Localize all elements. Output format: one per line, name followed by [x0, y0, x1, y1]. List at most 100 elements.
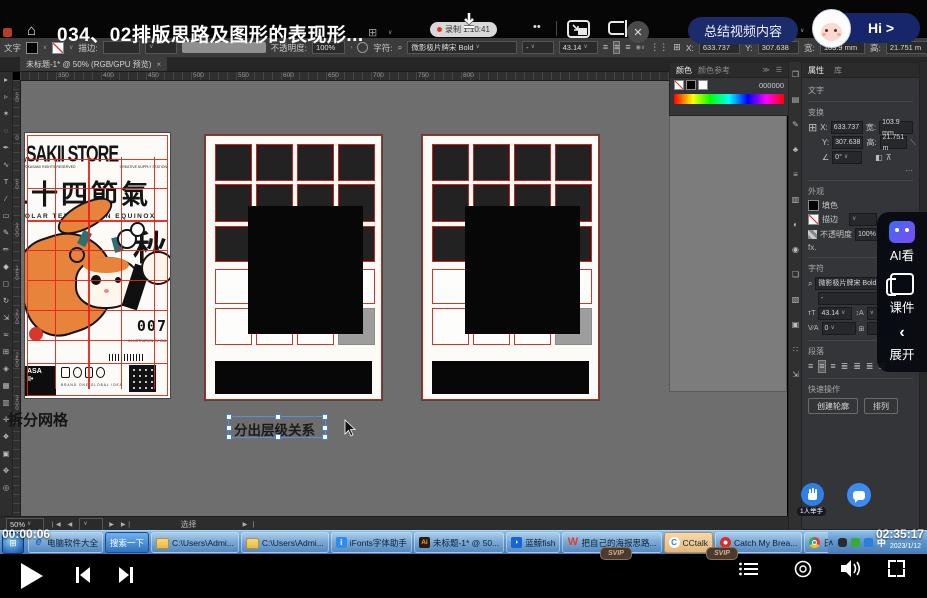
paragraph-more-icon[interactable]: ◉∨ [636, 44, 646, 51]
ai-watch-button[interactable]: AI看 [889, 221, 915, 264]
eraser-tool[interactable]: ◻ [0, 275, 12, 292]
next-button[interactable] [119, 567, 133, 583]
tab-color-guide[interactable]: 颜色参考 [698, 65, 730, 76]
taskbar-item-folder[interactable]: C:\Users\Admi... [241, 532, 329, 553]
tray-icon-green[interactable] [851, 538, 860, 547]
prop-fill-swatch[interactable] [808, 200, 819, 211]
blend-tool[interactable]: ❖ [0, 428, 12, 445]
close-button[interactable]: ✕ [627, 21, 649, 43]
para-align-center-icon[interactable]: ≡ [818, 360, 825, 373]
width-tool[interactable]: ≍ [0, 326, 12, 343]
selection-handle[interactable] [226, 425, 232, 431]
para-align-left-icon[interactable]: ≡ [808, 361, 813, 372]
raise-hand-button[interactable] [801, 483, 824, 506]
status-play-icon[interactable]: ▶ ❘ [243, 521, 257, 528]
selection-handle[interactable] [322, 434, 328, 440]
para-justify-left-icon[interactable]: ≣ [841, 361, 849, 372]
previous-button[interactable] [76, 567, 90, 583]
black-swatch[interactable] [686, 80, 696, 90]
chevron-down-icon[interactable]: ∨ [43, 44, 47, 51]
taskbar-item-ifonts[interactable]: iiFonts字体助手 [331, 532, 412, 553]
chevron-down-icon[interactable]: ∨ [388, 29, 392, 36]
arrange-button[interactable]: 排列 [864, 398, 898, 414]
taskbar-item-ai[interactable]: Ai未标题-1* @ 50... [414, 532, 504, 553]
microphone-icon[interactable] [838, 538, 847, 547]
assistant-avatar[interactable] [812, 9, 851, 48]
prop-y-field[interactable]: 307.638 [832, 136, 863, 149]
tab-library[interactable]: 库 [834, 65, 842, 76]
font-size-field[interactable]: 43.14∨ [559, 41, 598, 54]
selection-handle[interactable] [226, 414, 232, 420]
prev-artboard-icon[interactable]: ◀ [68, 521, 74, 528]
rectangle-tool[interactable]: ▭ [0, 207, 12, 224]
tab-close-icon[interactable]: × [156, 60, 161, 69]
zoom-tool[interactable]: ◎ [0, 479, 12, 496]
tray-date[interactable]: 2023/1/12 [890, 543, 921, 551]
selection-tool[interactable]: ▸ [0, 71, 12, 88]
tab-color[interactable]: 颜色 [676, 65, 692, 76]
reference-point-icon[interactable]: ⊞ [808, 121, 817, 134]
fill-swatch[interactable] [26, 42, 38, 54]
para-justify-center-icon[interactable]: ≣ [853, 361, 861, 372]
pip-icon[interactable] [566, 19, 592, 39]
hex-value[interactable]: 000000 [759, 81, 784, 90]
align-left-icon[interactable]: ≡ [603, 42, 608, 53]
none-swatch[interactable] [674, 80, 684, 90]
document-tab[interactable]: 未标题-1* @ 50% (RGB/GPU 预览) × [20, 57, 167, 71]
font-style-dropdown[interactable]: -∨ [522, 41, 553, 54]
tab-properties[interactable]: 属性 [808, 65, 824, 76]
taskbar-item-folder[interactable]: C:\Users\Admi... [151, 532, 239, 553]
font-family-dropdown[interactable]: 微影极片牌宋 Bold∨ [407, 41, 517, 54]
play-button[interactable] [21, 563, 43, 589]
lasso-tool[interactable]: ◌ [0, 122, 12, 139]
selection-handle[interactable] [275, 414, 281, 420]
panel-collapse-icon[interactable]: ≫ [762, 66, 769, 74]
prop-stroke-swatch[interactable] [808, 214, 819, 225]
tray-expand-icon[interactable]: ∧ [828, 538, 834, 547]
curvature-tool[interactable]: ∿ [0, 156, 12, 173]
artboard-number-dropdown[interactable]: ∨ [79, 518, 103, 531]
direct-selection-tool[interactable]: ▹ [0, 88, 12, 105]
grid-icon[interactable]: ⊞ [368, 26, 377, 39]
pencil-tool[interactable]: ✏ [0, 241, 12, 258]
flip-horizontal-icon[interactable]: ◧ [875, 153, 883, 162]
selection-handle[interactable] [322, 425, 328, 431]
prop-font-size[interactable]: 43.14∨ [818, 307, 852, 320]
next-artboard-icon[interactable]: ▶ [109, 521, 115, 528]
artboard-1[interactable]: ASAKII STORE ©KASAKII RIGHTS RESERVED CR… [25, 133, 170, 398]
prop-x-field[interactable]: 633.737 [831, 121, 863, 134]
more-dots-icon[interactable]: •• [533, 21, 541, 33]
rotation-dropdown[interactable]: 0°∨ [832, 151, 862, 164]
selection-handle[interactable] [322, 414, 328, 420]
artboard-3[interactable] [422, 135, 599, 400]
taskbar-item-fish[interactable]: ◗蓝鲸fish [506, 532, 560, 553]
pen-tool[interactable]: ✒ [0, 139, 12, 156]
align-right-icon[interactable]: ≡ [625, 42, 630, 53]
first-artboard-icon[interactable]: ❘◀ [50, 521, 62, 528]
expand-button[interactable]: ‹ 展开 [889, 324, 914, 363]
prop-tracking[interactable]: 0∨ [822, 322, 856, 335]
prop-stroke-weight[interactable]: ∨ [849, 213, 877, 226]
selection-handle[interactable] [275, 434, 281, 440]
type-tool[interactable]: T [0, 173, 12, 190]
record-screen-icon[interactable] [793, 559, 813, 579]
prop-h-field[interactable]: 21.751 m [880, 136, 907, 149]
scale-tool[interactable]: ⇲ [0, 309, 12, 326]
chat-button[interactable] [847, 483, 871, 507]
search-icon[interactable]: ⌕ [398, 42, 403, 53]
shape-builder-tool[interactable]: ◈ [0, 360, 12, 377]
para-align-right-icon[interactable]: ≡ [831, 361, 836, 372]
shaper-tool[interactable]: ◆ [0, 258, 12, 275]
artboard-tool[interactable]: ▣ [0, 445, 12, 462]
fullscreen-icon[interactable] [888, 560, 905, 577]
free-transform-tool[interactable]: ⊞ [0, 343, 12, 360]
magic-wand-tool[interactable]: ✶ [0, 105, 12, 122]
para-justify-right-icon[interactable]: ≣ [866, 361, 874, 372]
mesh-tool[interactable]: ▦ [0, 377, 12, 394]
line-tool[interactable]: ∕ [0, 190, 12, 207]
volume-icon[interactable] [841, 560, 863, 577]
tray-icon-blue[interactable] [864, 538, 873, 547]
color-spectrum[interactable] [674, 94, 784, 104]
search-icon[interactable]: ⌕ [808, 279, 812, 289]
link-dimensions-icon[interactable]: ⟍ [910, 138, 916, 148]
